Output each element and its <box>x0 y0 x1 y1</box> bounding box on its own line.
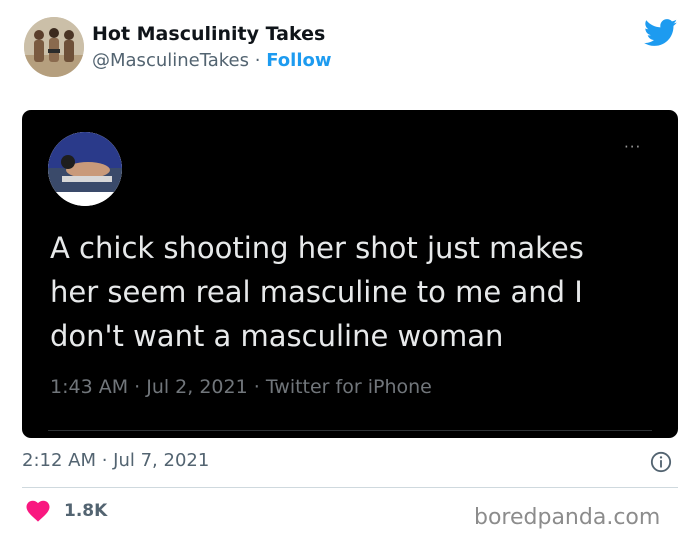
author-name[interactable]: Hot Masculinity Takes <box>92 23 325 45</box>
watermark: boredpanda.com <box>474 505 661 530</box>
embedded-divider <box>48 430 652 431</box>
author-handle[interactable]: @MasculineTakes <box>92 50 249 71</box>
handle-separator: · <box>254 50 261 71</box>
author-handle-row: @MasculineTakes · Follow <box>92 50 332 71</box>
embedded-tweet-screenshot: ··· A chick shooting her shot just makes… <box>22 110 678 438</box>
embedded-tweet-text: A chick shooting her shot just makes her… <box>50 231 584 353</box>
follow-button[interactable]: Follow <box>266 50 331 71</box>
footer-divider <box>22 487 678 488</box>
embedded-avatar-photo <box>48 132 122 206</box>
info-icon[interactable] <box>650 451 672 473</box>
tweet-timestamp[interactable]: 2:12 AM · Jul 7, 2021 <box>22 450 209 471</box>
embedded-tweet-meta: 1:43 AM · Jul 2, 2021 · Twitter for iPho… <box>50 376 432 398</box>
avatar-photo <box>24 17 84 77</box>
heart-icon[interactable] <box>26 500 50 522</box>
embedded-avatar <box>48 132 122 206</box>
like-count[interactable]: 1.8K <box>64 501 107 521</box>
twitter-bird-icon[interactable] <box>644 19 678 47</box>
more-dots-icon[interactable]: ··· <box>624 140 641 155</box>
author-avatar[interactable] <box>24 17 84 77</box>
